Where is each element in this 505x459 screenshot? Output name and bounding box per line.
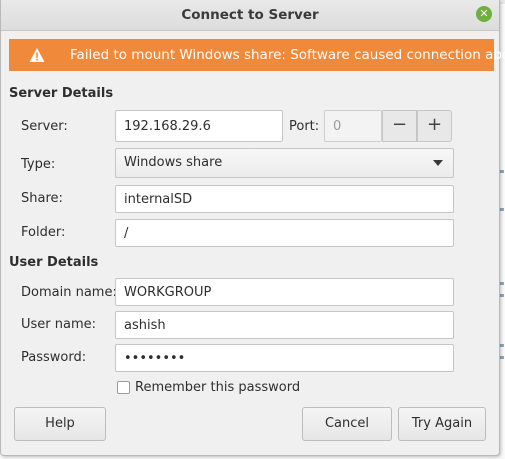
cancel-button[interactable]: Cancel bbox=[302, 407, 392, 441]
domain-label: Domain name: bbox=[21, 285, 117, 300]
folder-label: Folder: bbox=[21, 225, 66, 240]
user-details-heading: User Details bbox=[9, 255, 99, 270]
connect-to-server-dialog: Connect to Server ✕ Failed to mount Wind… bbox=[0, 0, 505, 456]
share-input[interactable]: internalSD bbox=[115, 185, 454, 213]
username-input[interactable]: ashish bbox=[115, 311, 454, 339]
password-label: Password: bbox=[21, 350, 87, 365]
chevron-down-icon bbox=[433, 160, 443, 166]
warning-icon bbox=[29, 48, 45, 62]
background-mark bbox=[500, 170, 504, 173]
error-message: Failed to mount Windows share: Software … bbox=[70, 47, 505, 63]
domain-input[interactable]: WORKGROUP bbox=[115, 278, 454, 306]
server-label: Server: bbox=[21, 119, 68, 134]
password-input[interactable]: •••••••• bbox=[115, 344, 454, 372]
background-mark bbox=[500, 294, 504, 297]
plus-icon: + bbox=[426, 114, 443, 135]
close-button[interactable]: ✕ bbox=[476, 6, 492, 22]
folder-input[interactable]: / bbox=[115, 219, 454, 247]
help-button[interactable]: Help bbox=[14, 407, 106, 441]
port-increment-button[interactable]: + bbox=[417, 110, 452, 142]
remember-password-label[interactable]: Remember this password bbox=[135, 380, 300, 395]
username-label: User name: bbox=[21, 317, 97, 332]
remember-password-checkbox[interactable] bbox=[117, 381, 130, 394]
title-bar[interactable]: Connect to Server ✕ bbox=[1, 0, 499, 31]
background-mark bbox=[500, 344, 504, 347]
type-selected-value: Windows share bbox=[124, 155, 223, 170]
server-details-heading: Server Details bbox=[9, 86, 114, 101]
type-label: Type: bbox=[21, 157, 56, 172]
share-label: Share: bbox=[21, 191, 63, 206]
background-mark bbox=[500, 282, 504, 285]
server-input[interactable]: 192.168.29.6 bbox=[115, 110, 283, 142]
port-decrement-button[interactable]: − bbox=[382, 110, 417, 142]
background-mark bbox=[500, 356, 504, 359]
minus-icon: − bbox=[391, 114, 408, 135]
background-mark bbox=[500, 208, 504, 211]
error-infobar: Failed to mount Windows share: Software … bbox=[9, 39, 505, 71]
port-label: Port: bbox=[289, 119, 320, 134]
try-again-button[interactable]: Try Again bbox=[398, 407, 486, 441]
window-title: Connect to Server bbox=[181, 7, 319, 23]
port-input[interactable]: 0 bbox=[324, 110, 382, 142]
type-dropdown[interactable]: Windows share bbox=[115, 148, 454, 178]
close-icon: ✕ bbox=[479, 7, 489, 20]
